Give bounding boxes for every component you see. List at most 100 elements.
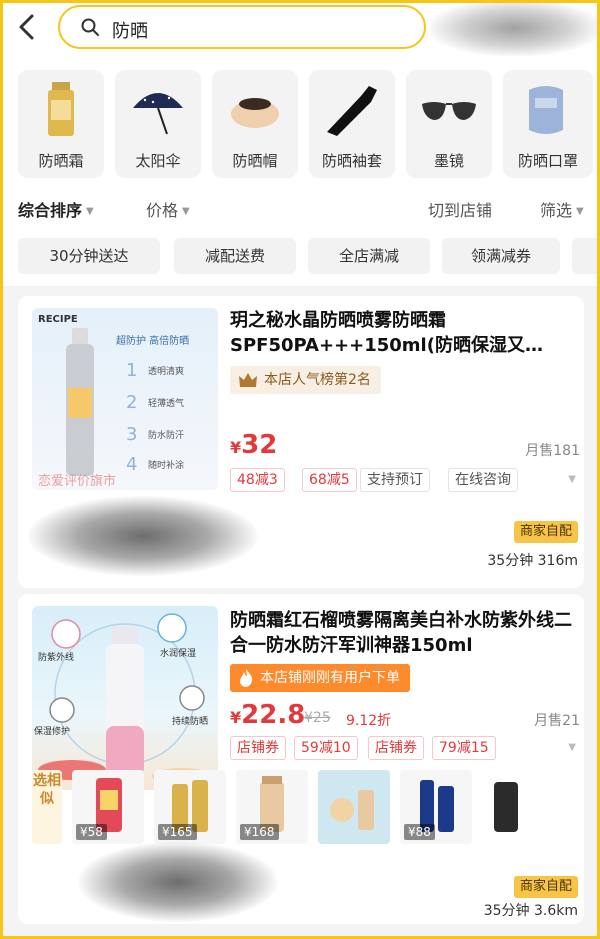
flame-icon <box>240 669 253 687</box>
monthly-sales: 月售181 <box>525 443 580 459</box>
category-sunglasses[interactable]: 墨镜 <box>406 70 492 178</box>
chip-30min-delivery[interactable]: 30分钟送达 <box>18 238 160 274</box>
similar-product[interactable]: ¥58 <box>72 770 144 844</box>
sunglasses-icon <box>422 102 476 120</box>
similar-price: ¥88 <box>404 824 435 840</box>
visor-hat-icon <box>231 98 279 128</box>
image-point-2: 2 <box>126 392 138 413</box>
price-value: 32 <box>241 430 278 460</box>
expand-tags-icon[interactable]: ▼ <box>568 474 576 485</box>
currency-symbol: ¥ <box>230 438 242 457</box>
image-feature-1: 透明清爽 <box>148 367 185 377</box>
image-feature-1: 防紫外线 <box>38 653 75 663</box>
image-feature-2: 水润保湿 <box>160 649 197 659</box>
price-value: 22.8 <box>241 700 306 730</box>
redaction-scribble <box>28 496 258 576</box>
similar-product[interactable]: ¥168 <box>236 770 308 844</box>
similar-price: ¥168 <box>240 824 279 840</box>
recent-order-badge[interactable]: 本店铺刚刚有用户下单 <box>230 664 410 692</box>
filter-label: 筛选 <box>540 201 573 220</box>
category-label: 太阳伞 <box>135 152 181 170</box>
product-price: ¥32 <box>230 430 277 460</box>
chip-claim-coupon[interactable]: 领满减券 <box>442 238 560 274</box>
search-input[interactable]: 防晒 <box>58 5 426 49</box>
product-image[interactable]: 防紫外线 水润保湿 保湿修护 持续防晒 <box>32 606 218 790</box>
similar-product[interactable]: ¥88 <box>400 770 472 844</box>
similar-price: ¥58 <box>76 824 107 840</box>
image-feature-3: 保湿修护 <box>34 727 71 737</box>
similar-label[interactable]: 选相似 <box>32 770 62 844</box>
category-label: 防晒霜 <box>38 152 84 170</box>
image-brand-text: RECIPE <box>38 314 78 325</box>
product-image[interactable]: RECIPE 超防护 高倍防晒 1 透明清爽 2 轻薄透气 3 防水防汗 4 随… <box>32 308 218 490</box>
caret-down-icon: ▼ <box>576 206 584 217</box>
service-tag: 支持预订 <box>360 468 430 492</box>
delivery-eta: 35分钟 3.6km <box>483 903 578 919</box>
expand-tags-icon[interactable]: ▼ <box>568 742 576 753</box>
chip-more[interactable] <box>572 238 600 274</box>
umbrella-icon <box>133 90 183 135</box>
filter-button[interactable]: 筛选 ▼ <box>540 197 584 221</box>
image-feature-4: 随时补涂 <box>148 461 185 471</box>
product-card[interactable]: 防紫外线 水润保湿 保湿修护 持续防晒 防晒霜红石榴喷雾隔离美白补水防紫外线二合… <box>18 594 584 924</box>
image-point-1: 1 <box>126 360 138 381</box>
spray-bottle-icon <box>66 328 94 476</box>
redaction-scribble <box>78 842 278 922</box>
similar-product[interactable]: ¥165 <box>154 770 226 844</box>
similar-product-image <box>494 782 518 832</box>
sunscreen-bottle-icon <box>48 82 74 136</box>
product-title[interactable]: 防晒霜红石榴喷雾隔离美白补水防紫外线二合一防水防汗军训神器150ml <box>230 608 574 658</box>
caret-down-icon: ▼ <box>86 206 94 217</box>
top-bar: 防晒 <box>0 0 600 58</box>
rank-badge[interactable]: 本店人气榜第2名 <box>230 366 381 394</box>
arm-sleeve-icon <box>327 86 377 136</box>
category-label: 墨镜 <box>433 152 464 170</box>
monthly-sales: 月售21 <box>534 713 580 729</box>
category-arm-sleeve[interactable]: 防晒袖套 <box>309 70 395 178</box>
merchant-delivery-badge: 商家自配 <box>513 876 578 898</box>
similar-product[interactable] <box>318 770 390 844</box>
chip-store-wide-discount[interactable]: 全店满减 <box>308 238 430 274</box>
rank-badge-text: 本店人气榜第2名 <box>264 372 371 388</box>
coupon-tag: 店铺券 <box>230 736 286 760</box>
face-mask-icon <box>529 86 563 134</box>
image-headline-text: 超防护 高倍防晒 <box>116 336 190 347</box>
switch-to-store[interactable]: 切到店铺 <box>428 197 492 221</box>
category-row: 防晒霜 太阳伞 防晒帽 防晒袖套 墨镜 防晒口罩 <box>0 58 600 186</box>
chip-reduced-delivery-fee[interactable]: 减配送费 <box>174 238 296 274</box>
category-sun-mask[interactable]: 防晒口罩 <box>503 70 593 178</box>
currency-symbol: ¥ <box>230 708 242 727</box>
product-title[interactable]: 玥之秘水晶防晒喷雾防晒霜SPF50PA+++150ml(防晒保湿又… <box>230 308 574 358</box>
recent-order-text: 本店铺刚刚有用户下单 <box>260 670 400 686</box>
caret-down-icon: ▼ <box>182 206 190 217</box>
delivery-eta: 35分钟 316m <box>487 553 578 569</box>
back-arrow-icon[interactable] <box>14 12 40 42</box>
service-tag: 在线咨询 <box>448 468 518 492</box>
sort-comprehensive[interactable]: 综合排序 ▼ <box>18 197 94 221</box>
sort-bar: 综合排序 ▼ 价格 ▼ 切到店铺 筛选 ▼ <box>0 186 600 232</box>
discount-rate: 9.12折 <box>346 713 392 729</box>
similar-product[interactable] <box>484 770 546 844</box>
similar-price: ¥165 <box>158 824 197 840</box>
product-illustration <box>38 613 212 784</box>
image-point-4: 4 <box>126 454 138 475</box>
image-feature-2: 轻薄透气 <box>148 399 185 409</box>
coupon-tag: 59减10 <box>294 736 358 760</box>
crown-icon <box>239 373 257 387</box>
merchant-delivery-badge: 商家自配 <box>513 521 578 543</box>
category-label: 防晒口罩 <box>517 152 578 170</box>
similar-products-strip: 选相似 ¥58 ¥165 ¥168 ¥88 <box>32 770 580 846</box>
filter-chips: 30分钟送达 减配送费 全店满减 领满减券 <box>0 232 600 286</box>
promo-tag: 48减3 <box>230 468 285 492</box>
category-umbrella[interactable]: 太阳伞 <box>115 70 201 178</box>
category-sun-hat[interactable]: 防晒帽 <box>212 70 298 178</box>
coupon-tag: 店铺券 <box>368 736 424 760</box>
product-card[interactable]: RECIPE 超防护 高倍防晒 1 透明清爽 2 轻薄透气 3 防水防汗 4 随… <box>18 296 584 588</box>
image-watermark: 恋爱评价旗市 <box>38 474 117 489</box>
search-icon <box>81 18 99 36</box>
category-label: 防晒帽 <box>232 152 278 170</box>
category-sunscreen[interactable]: 防晒霜 <box>18 70 104 178</box>
sort-price[interactable]: 价格 ▼ <box>146 197 190 221</box>
original-price: ¥25 <box>304 710 331 726</box>
redaction-scribble <box>430 0 600 56</box>
